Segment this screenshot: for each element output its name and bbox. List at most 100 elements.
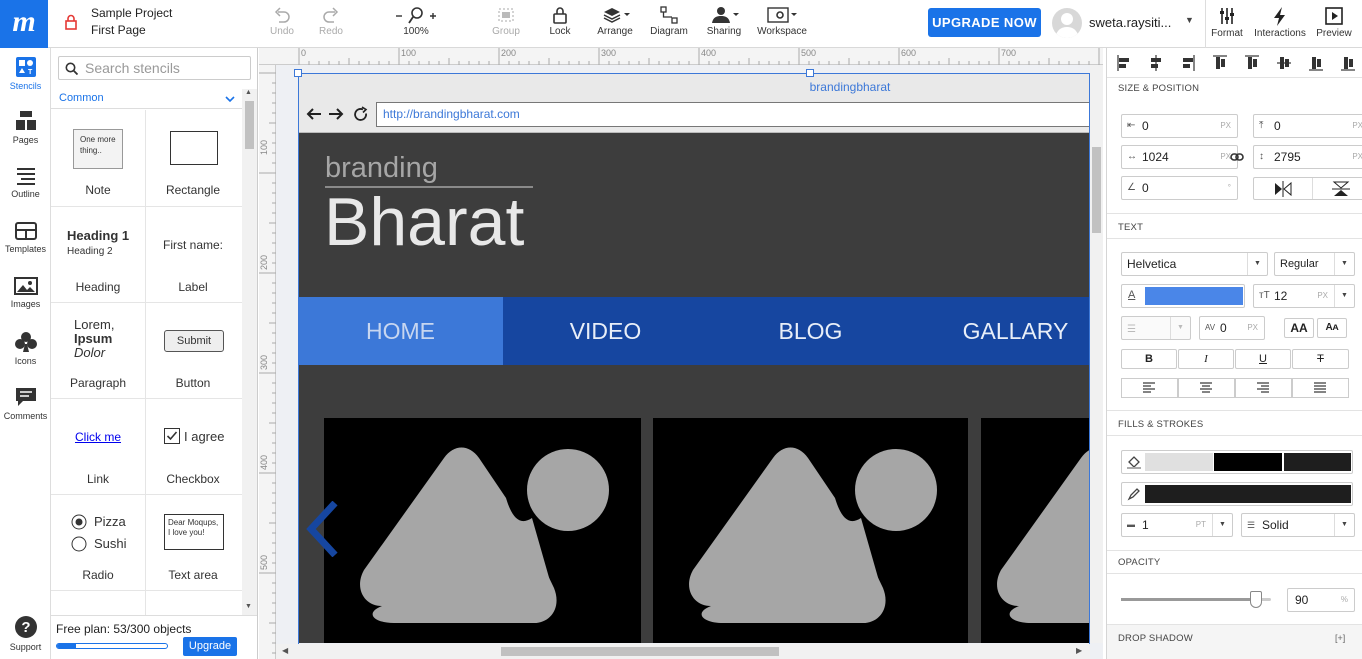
nav-video[interactable]: VIDEO	[503, 297, 708, 365]
nav-support[interactable]: ? Support	[0, 615, 51, 652]
canvas-area[interactable]: 0 100 200 300 400 500 600 700 100 200 30…	[259, 48, 1103, 659]
preview-button[interactable]: Preview	[1314, 6, 1354, 39]
link-aspect-ratio-icon[interactable]	[1230, 151, 1244, 163]
stencil-checkbox[interactable]: I agree Checkbox	[146, 398, 240, 494]
bold-button[interactable]: B	[1121, 349, 1177, 369]
browser-url-field[interactable]: http://brandingbharat.com	[376, 102, 1089, 127]
username[interactable]: sweta.raysiti...	[1089, 15, 1171, 30]
stencil-heading[interactable]: Heading 1 Heading 2 Heading	[51, 206, 145, 302]
workspace-button[interactable]: Workspace	[754, 6, 810, 37]
rotation-value: 0	[1142, 181, 1149, 195]
scroll-right-icon[interactable]: ▶	[1076, 646, 1082, 655]
user-menu-chevron-down-icon[interactable]: ▼	[1185, 15, 1194, 25]
strikethrough-button[interactable]: T	[1292, 349, 1349, 369]
lock-button[interactable]: Lock	[544, 6, 576, 37]
nav-pages[interactable]: Pages	[0, 110, 51, 145]
scroll-down-icon[interactable]: ▼	[245, 603, 252, 610]
stencils-scrollbar[interactable]: ▲ ▼	[242, 89, 257, 615]
opacity-slider[interactable]	[1121, 591, 1271, 608]
resize-handle[interactable]	[294, 69, 302, 77]
app-logo[interactable]: m	[0, 0, 48, 48]
text-color-picker[interactable]: A	[1121, 284, 1245, 308]
font-size-select[interactable]: тT 12 PX ▼	[1253, 284, 1355, 308]
flip-vertical-icon[interactable]	[1332, 181, 1350, 197]
drop-shadow-section[interactable]: DROP SHADOW [+]	[1107, 625, 1362, 659]
nav-outline[interactable]: Outline	[0, 166, 51, 199]
smallcaps-button[interactable]: Aᴀ	[1317, 318, 1347, 338]
nav-comments[interactable]: Comments	[0, 386, 51, 421]
sharing-button[interactable]: Sharing	[702, 6, 746, 37]
ruler-label: 600	[901, 48, 917, 58]
stencil-link[interactable]: Click me Link	[51, 398, 145, 494]
scroll-thumb[interactable]	[245, 101, 254, 149]
page-name[interactable]: First Page	[91, 23, 146, 37]
canvas-vertical-scrollbar[interactable]	[1090, 65, 1103, 643]
scroll-left-icon[interactable]: ◀	[282, 646, 288, 655]
nav-stencils[interactable]: T Stencils	[0, 56, 51, 91]
upgrade-now-button[interactable]: UPGRADE NOW	[928, 8, 1041, 37]
format-button[interactable]: Format	[1208, 6, 1246, 39]
diagram-button[interactable]: Diagram	[648, 6, 690, 37]
divider	[1107, 410, 1362, 411]
nav-templates[interactable]: Templates	[0, 221, 51, 254]
opacity-slider-thumb[interactable]	[1250, 591, 1262, 608]
stencil-textarea[interactable]: Dear Moqups, I love you! Text area	[146, 494, 240, 590]
flip-horizontal-icon[interactable]	[1274, 181, 1292, 197]
stencil-rectangle[interactable]: Rectangle	[146, 110, 240, 206]
canvas-horizontal-scrollbar[interactable]: ◀ ▶	[276, 644, 1090, 659]
avatar[interactable]	[1052, 8, 1082, 38]
stencil-radio[interactable]: Pizza Sushi Radio	[51, 494, 145, 590]
text-align-icons[interactable]	[1121, 378, 1350, 398]
width-field[interactable]: ↔ 1024 PX	[1121, 145, 1238, 169]
redo-button[interactable]: Redo	[315, 6, 347, 37]
fill-color-picker[interactable]	[1121, 450, 1353, 474]
lock-project-icon[interactable]	[64, 14, 78, 30]
stroke-color-picker[interactable]	[1121, 482, 1353, 506]
resize-handle[interactable]	[806, 69, 814, 77]
stroke-style-select[interactable]: ☰ Solid ▼	[1241, 513, 1355, 537]
add-drop-shadow-button[interactable]: [+]	[1335, 633, 1345, 643]
line-height-select[interactable]: ☰ ▼	[1121, 316, 1191, 340]
project-name[interactable]: Sample Project	[91, 6, 172, 20]
y-field[interactable]: ⤒ 0 PX	[1253, 114, 1362, 138]
search-input[interactable]: Search stencils	[58, 56, 251, 80]
zoom-control[interactable]: 100%	[392, 6, 440, 37]
letter-spacing-field[interactable]: AV 0 PX	[1199, 316, 1265, 340]
interactions-button[interactable]: Interactions	[1252, 6, 1308, 39]
image-placeholder[interactable]	[981, 418, 1089, 643]
stroke-width-select[interactable]: ▬ 1 PT ▼	[1121, 513, 1233, 537]
nav-home[interactable]: HOME	[298, 297, 503, 365]
nav-gallary[interactable]: GALLARY	[913, 297, 1089, 365]
italic-button[interactable]: I	[1178, 349, 1234, 369]
arrange-button[interactable]: Arrange	[594, 6, 636, 37]
underline-button[interactable]: U	[1235, 349, 1291, 369]
rotation-field[interactable]: ∠ 0 °	[1121, 176, 1238, 200]
opacity-field[interactable]: 90%	[1287, 588, 1355, 612]
stencil-paragraph[interactable]: Lorem, Ipsum Dolor Paragraph	[51, 302, 145, 398]
carousel-prev-chevron-icon[interactable]	[305, 501, 341, 557]
image-placeholder[interactable]	[653, 418, 968, 643]
scroll-thumb[interactable]	[501, 647, 779, 656]
height-icon: ↕	[1259, 151, 1264, 162]
scroll-up-icon[interactable]: ▲	[245, 89, 252, 96]
nav-images[interactable]: Images	[0, 276, 51, 309]
upgrade-button[interactable]: Upgrade	[183, 637, 237, 656]
font-weight-select[interactable]: Regular ▼	[1274, 252, 1355, 276]
image-placeholder[interactable]	[324, 418, 641, 643]
font-family-select[interactable]: Helvetica ▼	[1121, 252, 1268, 276]
nav-icons[interactable]: Icons	[0, 331, 51, 366]
nav-blog[interactable]: BLOG	[708, 297, 913, 365]
scroll-thumb[interactable]	[1092, 147, 1101, 233]
group-button[interactable]: Group	[488, 6, 524, 37]
category-dropdown[interactable]: Common	[51, 89, 242, 109]
mockup-page[interactable]: brandingbharat http://brandingbharat.com…	[298, 73, 1089, 643]
stencil-button[interactable]: Submit Button	[146, 302, 240, 398]
undo-button[interactable]: Undo	[266, 6, 298, 37]
alignment-toolbar-icons[interactable]	[1115, 54, 1359, 72]
stencil-note[interactable]: One more thing.. Note	[51, 110, 145, 206]
letter-spacing-icon: AV	[1205, 323, 1216, 332]
height-field[interactable]: ↕ 2795 PX	[1253, 145, 1362, 169]
x-field[interactable]: ⇤ 0 PX	[1121, 114, 1238, 138]
uppercase-button[interactable]: AA	[1284, 318, 1314, 338]
stencil-label-item[interactable]: First name: Label	[146, 206, 240, 302]
